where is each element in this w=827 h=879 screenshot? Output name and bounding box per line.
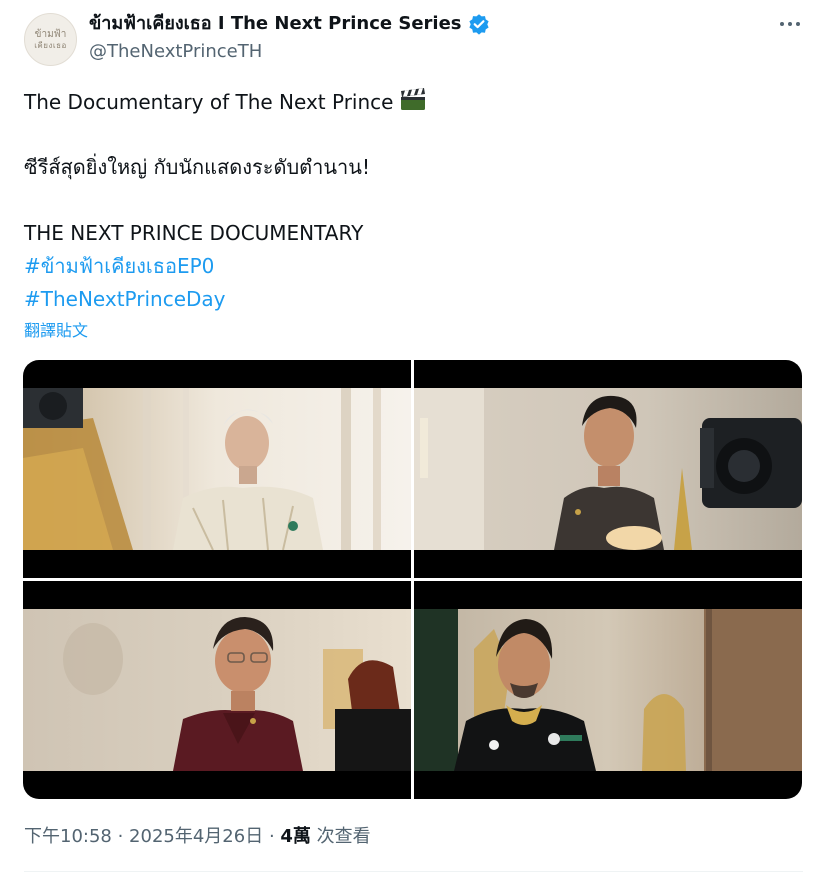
views-count: 4萬 — [280, 826, 311, 847]
hashtag-link-1[interactable]: #ข้ามฟ้าเคียงเธอEP0 — [24, 253, 214, 279]
media-grid — [23, 360, 802, 799]
media-photo-4[interactable] — [414, 581, 802, 799]
hashtag-link-2[interactable]: #TheNextPrinceDay — [24, 286, 226, 312]
tweet-time-link[interactable]: 下午10:58 — [24, 826, 112, 847]
divider — [24, 871, 803, 872]
meta-separator-2: · — [263, 826, 281, 847]
photo-elder-man-white-costume — [23, 388, 411, 550]
photo-man-glasses-maroon — [23, 609, 411, 771]
translate-post-link[interactable]: 翻譯貼文 — [24, 320, 88, 342]
more-dots-icon — [780, 22, 800, 26]
tweet-meta: 下午10:58 · 2025年4月26日 · 4萬 次查看 — [24, 824, 371, 850]
clapper-board-icon — [399, 88, 427, 118]
avatar-logo-text-2: เคียงเธอ — [34, 41, 67, 50]
tweet-date-link[interactable]: 2025年4月26日 — [129, 826, 263, 847]
tweet-card: ข้ามฟ้า เคียงเธอ ข้ามฟ้าเคียงเธอ I The N… — [0, 0, 827, 879]
avatar[interactable]: ข้ามฟ้า เคียงเธอ — [24, 13, 77, 66]
tweet-text-line-2: ซีรีส์สุดยิ่งใหญ่ กับนักแสดงระดับตำนาน! — [24, 155, 370, 179]
photo-man-black-gold-uniform — [414, 609, 802, 771]
verified-badge-icon[interactable] — [468, 13, 490, 35]
tweet-text-title: The Documentary of The Next Prince — [24, 90, 394, 114]
tweet-text-line-3: THE NEXT PRINCE DOCUMENTARY — [24, 221, 364, 245]
tweet-text-line-1: The Documentary of The Next Prince — [24, 88, 427, 118]
media-photo-3[interactable] — [23, 581, 411, 799]
author-name-row: ข้ามฟ้าเคียงเธอ I The Next Prince Series — [89, 12, 490, 36]
photo-man-dark-uniform — [414, 388, 802, 550]
media-photo-1[interactable] — [23, 360, 411, 578]
author-handle[interactable]: @TheNextPrinceTH — [89, 40, 262, 64]
views-label: 次查看 — [316, 826, 371, 847]
author-display-name[interactable]: ข้ามฟ้าเคียงเธอ I The Next Prince Series — [89, 12, 462, 36]
avatar-logo-text-1: ข้ามฟ้า — [34, 29, 67, 40]
more-options-button[interactable] — [776, 12, 804, 36]
media-photo-2[interactable] — [414, 360, 802, 578]
meta-separator-1: · — [111, 826, 130, 847]
